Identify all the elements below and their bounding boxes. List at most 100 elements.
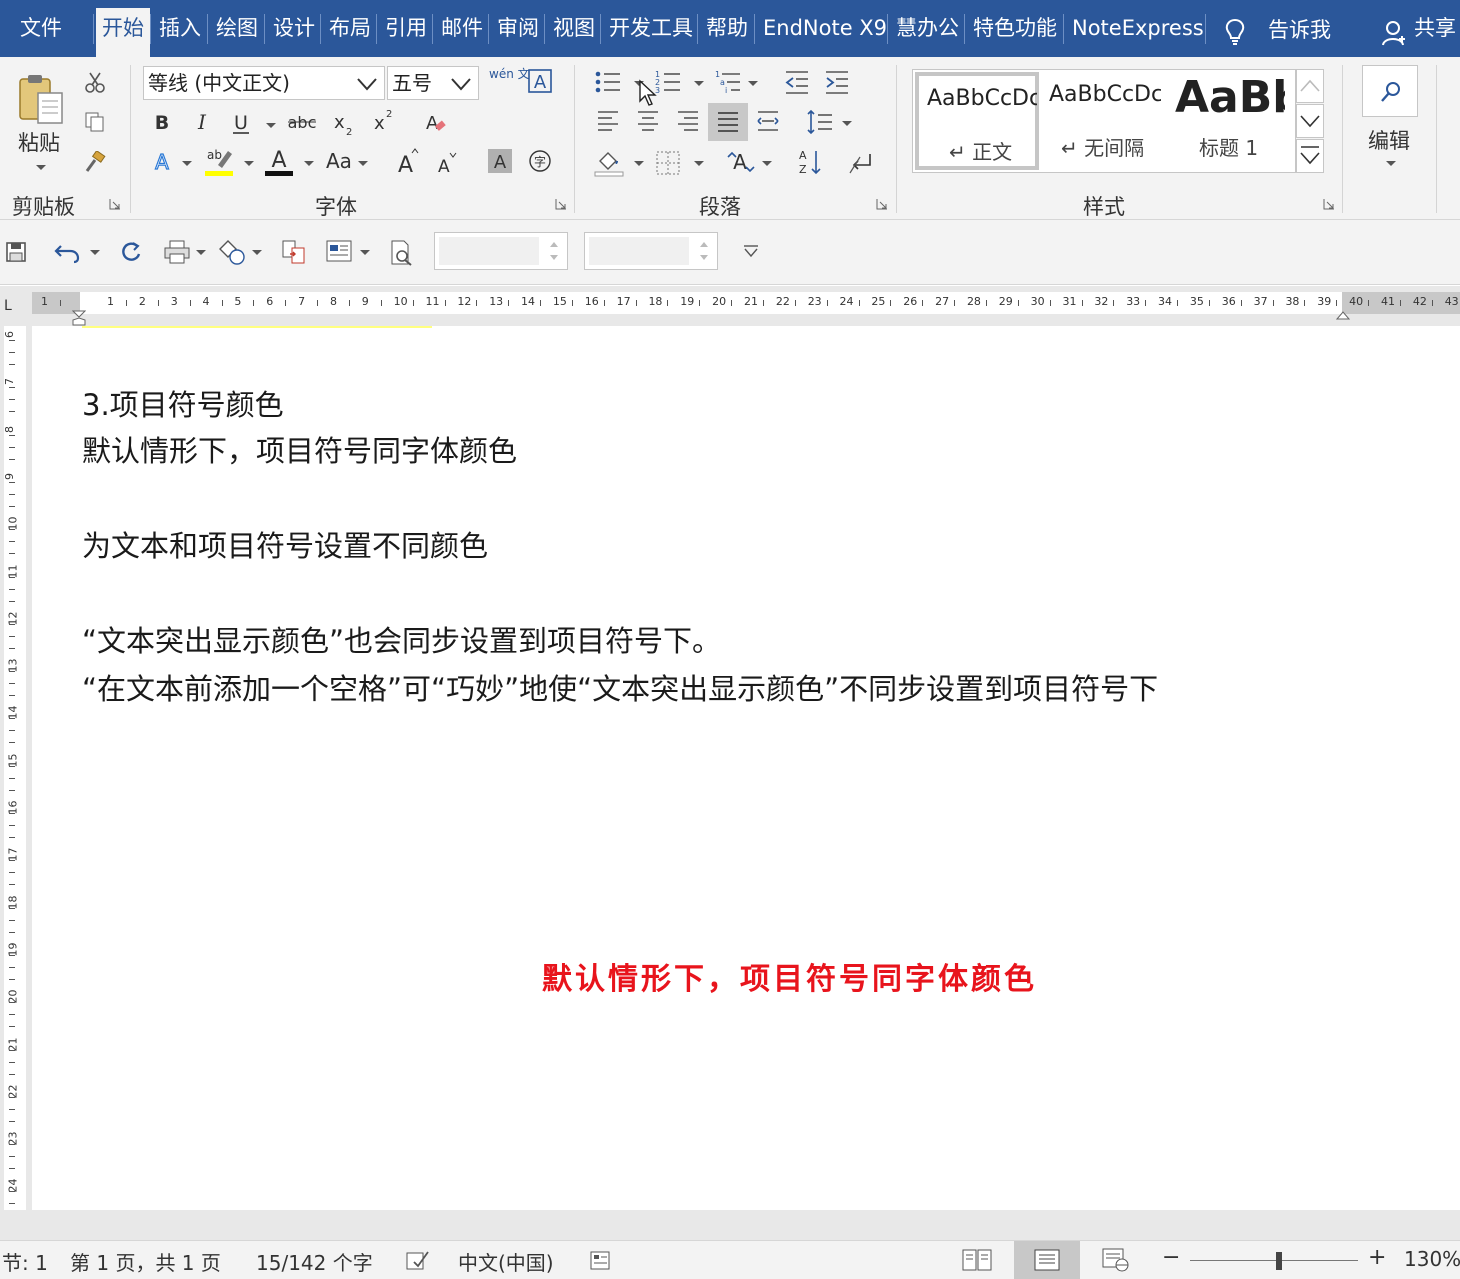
tab-item[interactable]: 帮助	[700, 8, 754, 57]
enclose-characters-icon[interactable]: 字	[528, 149, 552, 173]
tab-item[interactable]: 绘图	[210, 8, 264, 57]
status-page-count[interactable]: 第 1 页，共 1 页	[70, 1247, 221, 1276]
lightbulb-icon[interactable]	[1224, 18, 1246, 46]
align-left-icon[interactable]	[596, 109, 620, 133]
editing-button[interactable]: 编辑	[1368, 125, 1410, 155]
tab-item[interactable]: 特色功能	[967, 8, 1063, 57]
tab-item[interactable]: 慧办公	[890, 8, 965, 57]
chevron-down-icon[interactable]	[450, 76, 472, 92]
paste-dropdown-arrow[interactable]	[36, 165, 46, 170]
print-layout-button[interactable]	[1014, 1241, 1080, 1279]
tab-item[interactable]: 审阅	[491, 8, 545, 57]
multilevel-dropdown-arrow[interactable]	[748, 81, 758, 86]
font-name-combo[interactable]: 等线 (中文正文)	[143, 66, 385, 100]
strikethrough-icon[interactable]: abc	[286, 111, 318, 133]
doc-paragraph[interactable]: 为文本和项目符号设置不同颜色	[82, 523, 488, 565]
style-heading-1[interactable]: AaBb 标题 1	[1169, 72, 1293, 170]
tab-item[interactable]: 布局	[323, 8, 377, 57]
redo-icon[interactable]	[120, 240, 142, 264]
indent-marker[interactable]	[72, 310, 86, 326]
tab-item[interactable]: 视图	[547, 8, 601, 57]
dialog-launcher-icon[interactable]	[875, 197, 889, 211]
asian-layout-icon[interactable]: A	[726, 149, 756, 175]
dialog-launcher-icon[interactable]	[554, 197, 568, 211]
paste-button[interactable]: 粘贴	[18, 127, 60, 157]
clear-formatting-icon[interactable]: A	[424, 111, 448, 135]
tab-item[interactable]: 文件	[14, 8, 68, 57]
shading-dropdown-arrow[interactable]	[634, 161, 644, 166]
tab-item[interactable]: 设计	[267, 8, 321, 57]
accessibility-icon[interactable]	[590, 1249, 612, 1271]
font-color-icon[interactable]: A	[264, 145, 294, 177]
editing-dropdown-arrow[interactable]	[1386, 161, 1396, 166]
superscript-icon[interactable]: x2	[372, 107, 396, 133]
tab-selector[interactable]: L	[4, 298, 12, 314]
copy-icon[interactable]	[84, 111, 106, 133]
doc-paragraph[interactable]: “在文本前添加一个空格”可“巧妙”地使“文本突出显示颜色”不同步设置到项目符号下	[82, 666, 1158, 708]
style-no-spacing[interactable]: AaBbCcDc ↵ 无间隔	[1041, 72, 1167, 170]
italic-icon[interactable]: I	[192, 111, 212, 133]
font-color-dropdown-arrow[interactable]	[304, 161, 314, 166]
spinbox-field[interactable]	[439, 237, 539, 265]
font-size-combo[interactable]: 五号	[387, 66, 479, 100]
character-border-icon[interactable]: A	[528, 69, 552, 93]
sort-icon[interactable]: AZ	[798, 147, 822, 177]
bold-icon[interactable]: B	[152, 111, 172, 133]
dialog-launcher-icon[interactable]	[108, 197, 122, 211]
zoom-level[interactable]: 130%	[1404, 1247, 1460, 1271]
line-spacing-icon[interactable]	[806, 109, 834, 135]
increase-indent-icon[interactable]	[824, 69, 850, 95]
text-effects-dropdown-arrow[interactable]	[182, 161, 192, 166]
change-case-button[interactable]: Aa	[326, 149, 352, 173]
shapes-dropdown-arrow[interactable]	[252, 250, 262, 255]
tell-me-search[interactable]: 告诉我	[1268, 8, 1331, 52]
read-mode-button[interactable]	[944, 1241, 1010, 1279]
character-shading-icon[interactable]: A	[488, 149, 512, 173]
justify-button[interactable]	[708, 103, 748, 141]
doc-heading[interactable]: 3.项目符号颜色	[82, 382, 284, 424]
zoom-in-button[interactable]: +	[1368, 1245, 1386, 1270]
print-icon[interactable]	[164, 240, 190, 264]
borders-icon[interactable]	[656, 151, 680, 175]
style-normal[interactable]: AaBbCcDc ↵ 正文	[915, 72, 1039, 170]
zoom-out-button[interactable]: −	[1162, 1245, 1180, 1270]
share-button[interactable]: 共享	[1414, 8, 1456, 48]
highlight-color-icon[interactable]: ab	[204, 145, 234, 177]
align-right-icon[interactable]	[676, 109, 700, 133]
spin-arrows-icon[interactable]	[547, 237, 561, 265]
subscript-icon[interactable]: x2	[332, 111, 356, 137]
show-marks-icon[interactable]	[848, 151, 874, 175]
tab-item[interactable]: 开发工具	[603, 8, 699, 57]
chevron-down-icon[interactable]	[356, 76, 378, 92]
qat-spinbox-2[interactable]	[584, 232, 718, 270]
underline-icon[interactable]: U	[230, 111, 252, 135]
status-section[interactable]: 节: 1	[2, 1247, 48, 1276]
web-layout-button[interactable]	[1084, 1241, 1150, 1279]
change-case-dropdown-arrow[interactable]	[358, 161, 368, 166]
document-page[interactable]: 3.项目符号颜色 默认情形下，项目符号同字体颜色 为文本和项目符号设置不同颜色 …	[32, 326, 1460, 1210]
multilevel-list-icon[interactable]: 1ai	[714, 69, 742, 95]
shapes-icon[interactable]	[218, 238, 246, 266]
tab-item[interactable]: NoteExpress	[1066, 8, 1210, 57]
distributed-icon[interactable]	[756, 109, 780, 133]
undo-icon[interactable]	[54, 240, 80, 264]
text-effects-icon[interactable]: A	[150, 149, 174, 175]
doc-paragraph[interactable]: “文本突出显示颜色”也会同步设置到项目符号下。	[82, 618, 721, 660]
numbering-dropdown-arrow[interactable]	[694, 81, 704, 86]
decrease-indent-icon[interactable]	[784, 69, 810, 95]
align-center-icon[interactable]	[636, 109, 660, 133]
shrink-font-icon[interactable]: A	[436, 151, 460, 175]
line-spacing-dropdown-arrow[interactable]	[842, 121, 852, 126]
qat-spinbox-1[interactable]	[434, 232, 568, 270]
spin-arrows-icon[interactable]	[697, 237, 711, 265]
convert-icon[interactable]	[282, 240, 306, 264]
format-painter-icon[interactable]	[84, 151, 106, 173]
person-icon[interactable]	[1382, 20, 1406, 46]
print-preview-icon[interactable]	[390, 240, 414, 266]
text-box-icon[interactable]	[326, 240, 352, 262]
vertical-ruler[interactable]: 6 7 8 9 10 11 12 13 14 15 16 17 18 19 20 21 22 23 24	[0, 326, 32, 1217]
tab-item[interactable]: 插入	[153, 8, 207, 57]
tab-item[interactable]: EndNote X9	[757, 8, 893, 57]
tab-item[interactable]: 开始	[96, 8, 150, 57]
status-word-count[interactable]: 15/142 个字	[256, 1247, 373, 1276]
